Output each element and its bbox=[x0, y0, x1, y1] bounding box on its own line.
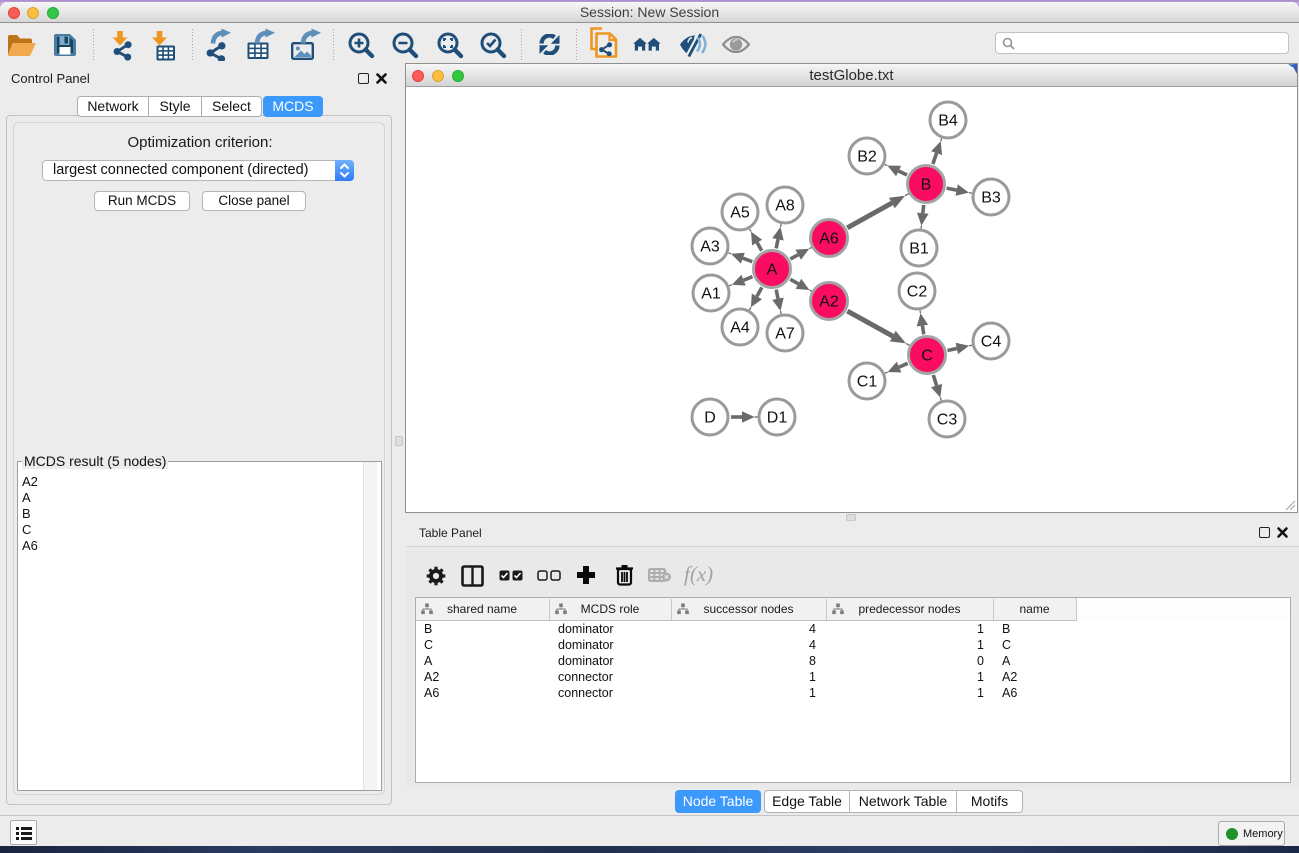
svg-text:A2: A2 bbox=[819, 294, 839, 311]
svg-text:D: D bbox=[704, 410, 716, 427]
svg-text:C1: C1 bbox=[857, 374, 878, 391]
svg-text:D1: D1 bbox=[767, 410, 788, 427]
svg-text:B3: B3 bbox=[981, 190, 1001, 207]
svg-text:A3: A3 bbox=[700, 239, 720, 256]
svg-text:B2: B2 bbox=[857, 149, 877, 166]
svg-text:B1: B1 bbox=[909, 241, 929, 258]
svg-text:A7: A7 bbox=[775, 326, 795, 343]
svg-text:C2: C2 bbox=[907, 284, 928, 301]
svg-text:B: B bbox=[921, 177, 932, 194]
svg-text:A8: A8 bbox=[775, 198, 795, 215]
svg-text:A: A bbox=[767, 262, 778, 279]
svg-text:C4: C4 bbox=[981, 334, 1002, 351]
svg-text:C: C bbox=[921, 348, 933, 365]
svg-text:A5: A5 bbox=[730, 205, 750, 222]
svg-text:A4: A4 bbox=[730, 320, 750, 337]
svg-text:A1: A1 bbox=[701, 286, 721, 303]
svg-text:B4: B4 bbox=[938, 113, 958, 130]
svg-text:C3: C3 bbox=[937, 412, 958, 429]
svg-text:A6: A6 bbox=[819, 231, 839, 248]
